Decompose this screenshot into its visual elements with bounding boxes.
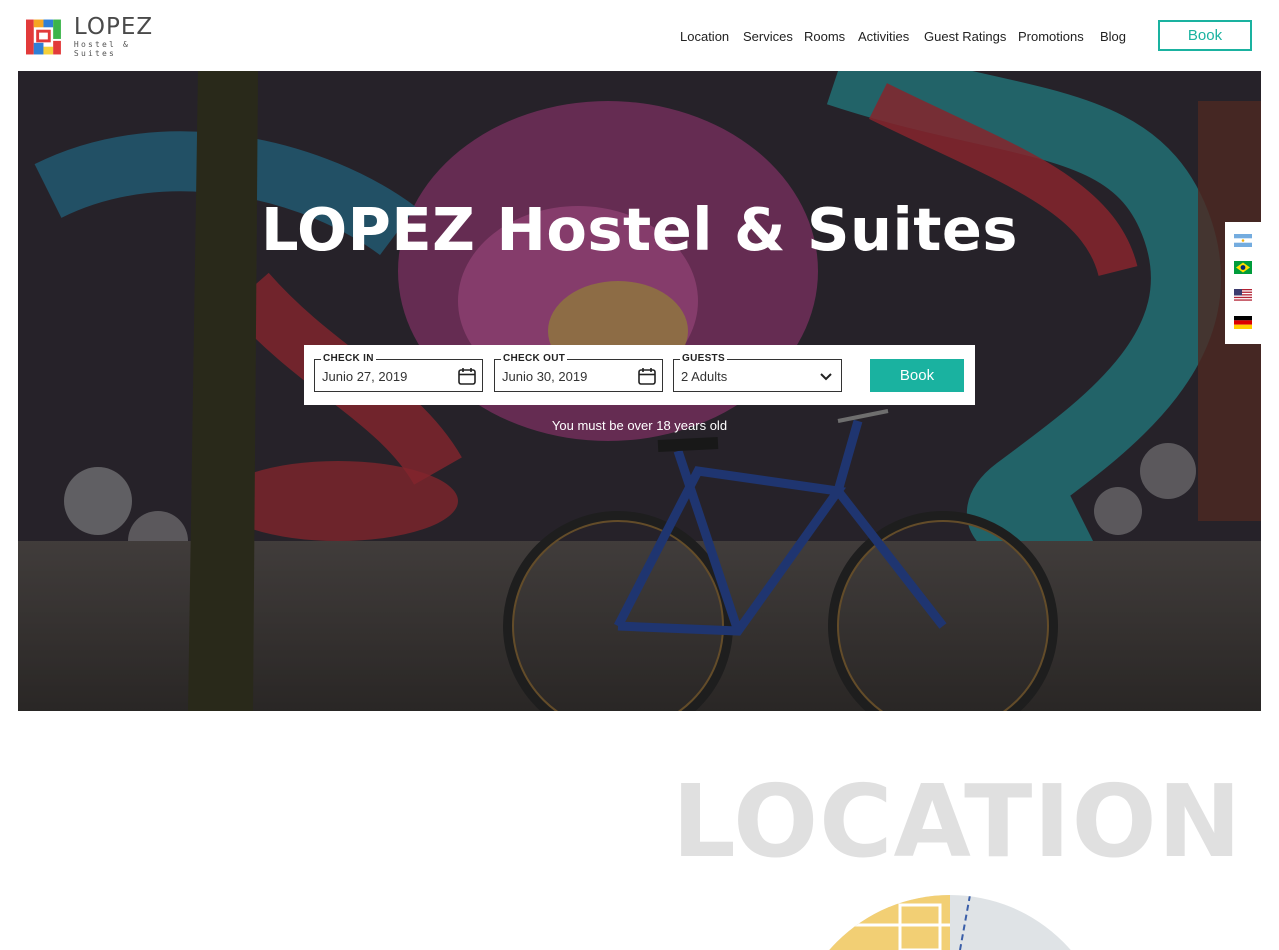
check-in-value: Junio 27, 2019 [322, 369, 408, 384]
brand-name: LOPEZ [73, 14, 154, 40]
calendar-icon [458, 368, 476, 385]
check-in-label: CHECK IN [321, 353, 376, 365]
nav-activities[interactable]: Activities [858, 29, 909, 44]
language-selector [1225, 222, 1261, 344]
hero-section: LOPEZ Hostel & Suites CHECK IN Junio 27,… [18, 71, 1261, 711]
argentina-flag-icon[interactable] [1234, 234, 1252, 247]
nav-rooms[interactable]: Rooms [804, 29, 845, 44]
booking-form: CHECK IN Junio 27, 2019 CHECK OUT Junio … [304, 345, 975, 405]
age-requirement-note: You must be over 18 years old [551, 418, 728, 433]
logo[interactable]: LOPEZ Hostel & Suites [26, 14, 176, 58]
location-map[interactable] [800, 895, 1100, 950]
hero-title: LOPEZ Hostel & Suites [260, 195, 1019, 264]
nav-location[interactable]: Location [680, 29, 729, 44]
nav-guest-ratings[interactable]: Guest Ratings [924, 29, 1006, 44]
nav-blog[interactable]: Blog [1100, 29, 1126, 44]
hero-book-button[interactable]: Book [870, 359, 964, 392]
chevron-down-icon [820, 373, 832, 381]
check-in-field[interactable]: CHECK IN Junio 27, 2019 [314, 353, 483, 392]
logo-mark-icon [26, 19, 61, 55]
site-header: LOPEZ Hostel & Suites Location Services … [0, 0, 1279, 71]
guests-label: GUESTS [680, 353, 727, 365]
header-book-button[interactable]: Book [1158, 20, 1252, 51]
guests-select[interactable]: GUESTS 2 Adults [673, 353, 842, 392]
check-out-value: Junio 30, 2019 [502, 369, 588, 384]
usa-flag-icon[interactable] [1234, 289, 1252, 302]
check-out-field[interactable]: CHECK OUT Junio 30, 2019 [494, 353, 663, 392]
germany-flag-icon[interactable] [1234, 316, 1252, 329]
location-section-title: LOCATION [672, 763, 1243, 880]
check-out-label: CHECK OUT [501, 353, 568, 365]
guests-value: 2 Adults [681, 369, 728, 384]
calendar-icon [638, 368, 656, 385]
brand-tagline: Hostel & Suites [73, 40, 131, 58]
brazil-flag-icon[interactable] [1234, 261, 1252, 274]
nav-promotions[interactable]: Promotions [1018, 29, 1084, 44]
nav-services[interactable]: Services [743, 29, 793, 44]
